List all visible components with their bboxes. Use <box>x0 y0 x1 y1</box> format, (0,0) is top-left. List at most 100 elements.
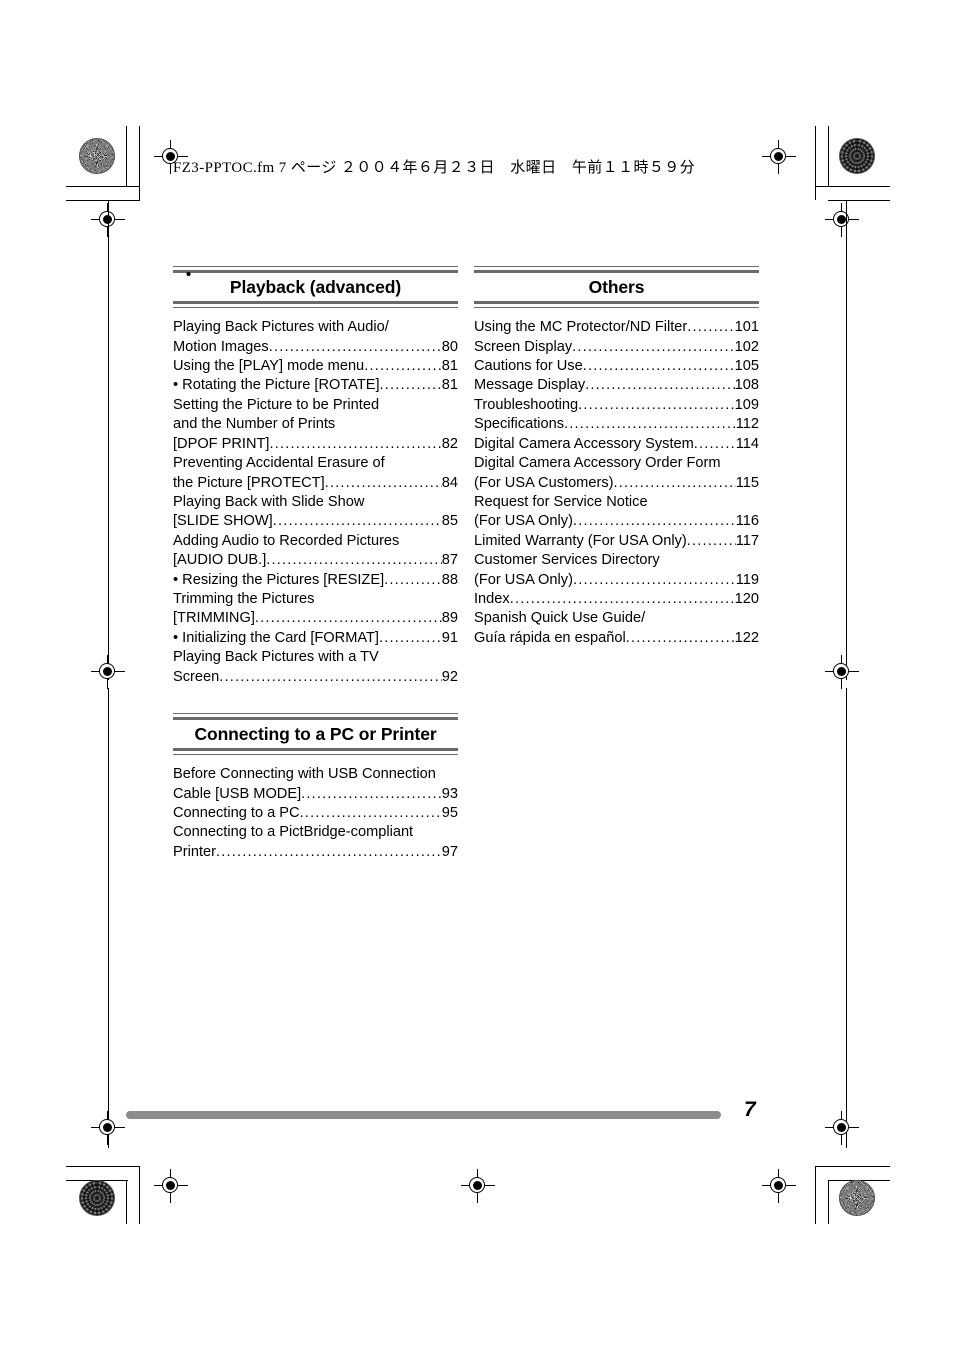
toc-line: Limited Warranty (For USA Only) ........… <box>474 532 759 551</box>
toc-page-number: 85 <box>441 513 458 530</box>
toc-entry-text: Screen <box>173 668 220 685</box>
toc-entry-text: Troubleshooting <box>474 396 579 413</box>
toc-entry[interactable]: (For USA Customers).....................… <box>474 474 759 493</box>
toc-entry[interactable]: Using the [PLAY] mode menu .............… <box>173 357 458 376</box>
toc-entry-text: Digital Camera Accessory Order Form <box>474 455 721 472</box>
toc-entry[interactable]: • Initializing the Card [FORMAT]........… <box>173 629 458 648</box>
leader-dots: ........................................… <box>585 377 735 394</box>
toc-entry[interactable]: Guía rápida en español..................… <box>474 629 759 648</box>
toc-entry-text: Printer <box>173 843 216 860</box>
toc-entry[interactable]: Motion Images...........................… <box>173 338 458 357</box>
toc-line: Screen Display..........................… <box>474 338 759 357</box>
toc-entry-text: Connecting to a PC <box>173 805 300 822</box>
leader-dots: ........................................… <box>219 668 442 685</box>
toc-entry-text: • Resizing the Pictures [RESIZE] <box>173 571 385 588</box>
leader-dots: ........................................… <box>582 358 735 375</box>
toc-line: Playing Back Pictures with Audio/ <box>173 318 458 337</box>
heading-rule-thin-top <box>474 266 759 267</box>
toc-entry[interactable]: • Rotating the Picture [ROTATE].........… <box>173 376 458 395</box>
leader-dots: ........................................… <box>301 785 442 802</box>
toc-line: [AUDIO DUB.] ...........................… <box>173 551 458 570</box>
toc-page-number: 116 <box>735 513 759 530</box>
leader-dots: ........................................… <box>509 590 735 607</box>
leader-dots: ........................................… <box>272 513 442 530</box>
toc-entry[interactable]: Cautions for Use .......................… <box>474 357 759 376</box>
toc-line: the Picture [PROTECT] ..................… <box>173 474 458 493</box>
toc-entry[interactable]: Screen Display..........................… <box>474 338 759 357</box>
toc-entry-text: Before Connecting with USB Connection <box>173 766 436 783</box>
toc-entry[interactable]: the Picture [PROTECT] ..................… <box>173 474 458 493</box>
toc-entry[interactable]: [DPOF PRINT]............................… <box>173 435 458 454</box>
toc-entry[interactable]: (For USA Only)..........................… <box>474 571 759 590</box>
section-heading-block: Others <box>474 266 759 309</box>
toc-entry-text: • Adding Audio to Recorded Pictures <box>173 267 400 549</box>
toc-line: [DPOF PRINT]............................… <box>173 435 458 454</box>
toc-line: • Preventing Accidental Erasure of <box>173 267 458 473</box>
toc-entry-text: the Picture [PROTECT] <box>173 474 325 491</box>
section-heading-title: Playback (advanced) <box>229 277 402 297</box>
leader-dots: ........................................… <box>299 805 442 822</box>
toc-line: Screen..................................… <box>173 668 458 687</box>
heading-rule-thin-bottom <box>474 307 759 309</box>
toc-line: (For USA Only)..........................… <box>474 512 759 531</box>
toc-entry[interactable]: Using the MC Protector/ND Filter .......… <box>474 318 759 337</box>
toc-page-number: 108 <box>734 377 759 394</box>
toc-page-number: 115 <box>735 474 759 491</box>
toc-entry-text: Index <box>474 590 510 607</box>
leader-dots: ........................................… <box>613 474 735 491</box>
toc-entry[interactable]: Index ..................................… <box>474 590 759 609</box>
bullet-icon: • <box>186 267 192 283</box>
toc-line: • Trimming the Pictures <box>173 267 458 609</box>
toc-entry[interactable]: (For USA Only)..........................… <box>474 512 759 531</box>
toc-entry-text: Cautions for Use <box>474 358 583 375</box>
toc-entry-text: (For USA Only) <box>474 571 573 588</box>
toc-entry[interactable]: [AUDIO DUB.] ...........................… <box>173 551 458 570</box>
toc-entry[interactable]: Printer.................................… <box>173 843 458 862</box>
toc-entry-text: [SLIDE SHOW] <box>173 513 273 530</box>
heading-rule-thick-bottom <box>474 301 759 305</box>
section-heading-title: Others <box>588 277 645 297</box>
toc-entry-text: [AUDIO DUB.] <box>173 552 267 569</box>
toc-line: Request for Service Notice <box>474 493 759 512</box>
leader-dots: ........................................… <box>378 629 442 646</box>
toc-page-number: 97 <box>441 843 458 860</box>
section-heading-block: Connecting to a PC or Printer <box>173 712 458 756</box>
leader-dots: ........................................… <box>324 474 442 491</box>
toc-entry[interactable]: Screen..................................… <box>173 668 458 687</box>
toc-entry[interactable]: Limited Warranty (For USA Only) ........… <box>474 532 759 551</box>
toc-page-number: 93 <box>441 785 458 802</box>
toc-entry-text: (For USA Customers) <box>474 474 614 491</box>
toc-entry-text: Using the MC Protector/ND Filter <box>474 319 688 336</box>
section-heading-title: Connecting to a PC or Printer <box>194 723 437 744</box>
toc-entry[interactable]: • Resizing the Pictures [RESIZE]........… <box>173 571 458 590</box>
bullet-icon: • <box>173 377 183 394</box>
toc-entry[interactable]: Digital Camera Accessory System.........… <box>474 435 759 454</box>
toc-entry-text: • Trimming the Pictures <box>173 267 315 607</box>
toc-entry-text: Spanish Quick Use Guide/ <box>474 610 646 627</box>
toc-entry[interactable]: Connecting to a PC......................… <box>173 804 458 823</box>
toc-entry[interactable]: [TRIMMING] .............................… <box>173 609 458 628</box>
toc-page-number: 101 <box>734 319 759 336</box>
toc-page-number: 80 <box>441 338 458 355</box>
toc-entry[interactable]: Specifications..........................… <box>474 415 759 434</box>
toc-entry-text: Connecting to a PictBridge-compliant <box>173 824 414 841</box>
toc-line: • Resizing the Pictures [RESIZE]........… <box>173 571 458 590</box>
leader-dots: ........................................… <box>572 571 736 588</box>
toc-line: Spanish Quick Use Guide/ <box>474 609 759 628</box>
toc-entry-text: Screen Display <box>474 338 573 355</box>
toc-entry[interactable]: Cable [USB MODE]........................… <box>173 785 458 804</box>
toc-page-number: 95 <box>441 805 458 822</box>
page-body: Playback (advanced) Playing Back Pictures… <box>0 0 954 1348</box>
toc-line: Using the [PLAY] mode menu .............… <box>173 357 458 376</box>
heading-rule-thick-bottom <box>173 301 458 305</box>
toc-entry-text: Playing Back Pictures with a TV <box>173 649 379 666</box>
toc-column-right: Others Using the MC Protector/ND Filter .… <box>474 266 759 648</box>
toc-entry[interactable]: Message Display ........................… <box>474 376 759 395</box>
toc-line: Customer Services Directory <box>474 551 759 570</box>
toc-entry[interactable]: Troubleshooting ........................… <box>474 396 759 415</box>
toc-entry[interactable]: [SLIDE SHOW]............................… <box>173 512 458 531</box>
toc-list: Playing Back Pictures with Audio/Motion … <box>173 267 458 687</box>
leader-dots: ........................................… <box>687 319 735 336</box>
toc-page-number: 102 <box>734 338 759 355</box>
